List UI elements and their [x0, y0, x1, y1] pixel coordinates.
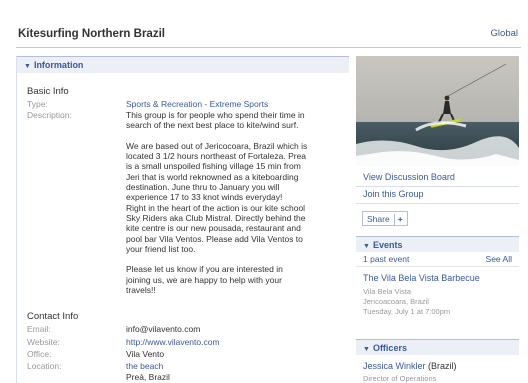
- event-time: Tuesday, July 1 at 7:00pm: [363, 307, 451, 316]
- information-header[interactable]: ▼ Information: [17, 56, 349, 73]
- description-line: This group is for people who spend their…: [126, 110, 305, 120]
- share-button[interactable]: Share +: [362, 211, 408, 226]
- description-line: Please let us know if you are interested…: [126, 264, 283, 275]
- group-title: Kitesurfing Northern Brazil: [18, 28, 165, 40]
- group-page: Kitesurfing Northern Brazil Global ▼ Info…: [0, 0, 528, 383]
- collapse-arrow-icon[interactable]: ▼: [363, 346, 370, 353]
- event-venue: Vila Bela Vista: [363, 287, 412, 296]
- officers-header-label: Officers: [372, 343, 407, 353]
- officer-role: Director of Operations: [363, 374, 437, 383]
- website-label: Website:: [27, 337, 60, 347]
- view-discussion-board-link[interactable]: View Discussion Board: [363, 172, 455, 182]
- location-link[interactable]: the beach: [126, 361, 344, 371]
- type-label: Type:: [27, 99, 48, 109]
- contact-info-title: Contact Info: [27, 311, 79, 322]
- officer-entry: Jessica Winkler (Brazil): [363, 361, 457, 371]
- location-city: Preá, Brazil: [126, 372, 170, 382]
- event-title-link[interactable]: The Vila Bela Vista Barbecue: [363, 273, 480, 283]
- description-line: We are based out of Jericocoara, Brazil …: [126, 140, 308, 151]
- description-line: Jeri that is world reknowned as a kitebo…: [126, 171, 299, 182]
- sidebar: View Discussion Board Join this Group Sh…: [356, 56, 519, 383]
- event-location: Jericoacoara, Brazil: [363, 297, 429, 306]
- events-header-label: Events: [372, 240, 403, 250]
- officer-country: (Brazil): [428, 361, 457, 371]
- events-header[interactable]: ▼ Events: [356, 236, 519, 252]
- description-line: travels!!: [126, 285, 156, 296]
- description-line: destination. June thru to January you wi…: [126, 182, 280, 193]
- kitesurfer-photo-image: [356, 56, 519, 166]
- description-label: Description:: [27, 110, 72, 120]
- office-label: Office:: [27, 349, 52, 359]
- description-line: located 3 1/2 hours northeast of Fortale…: [126, 151, 307, 162]
- email-label: Email:: [27, 324, 51, 334]
- past-events-link[interactable]: 1 past event: [363, 254, 409, 264]
- office-value: Vila Vento: [126, 349, 165, 359]
- description-line: joining us, we are happy to help with yo…: [126, 274, 282, 285]
- description-line: [126, 131, 344, 141]
- description-line: experience 17 to 33 knot winds everyday!: [126, 192, 283, 203]
- basic-info-title: Basic Info: [27, 86, 69, 97]
- global-link[interactable]: Global: [491, 28, 518, 39]
- collapse-arrow-icon[interactable]: ▼: [24, 63, 31, 70]
- description-line: search of the next best place to kite/wi…: [126, 120, 299, 131]
- information-panel: ▼ Information Basic Info Type: Sports & R…: [16, 56, 349, 383]
- description-line: [126, 254, 344, 264]
- type-value-link[interactable]: Sports & Recreation - Extreme Sports: [126, 99, 344, 109]
- divider: [356, 186, 519, 187]
- plus-icon: +: [393, 214, 403, 225]
- collapse-arrow-icon[interactable]: ▼: [363, 243, 370, 250]
- description-line: is a small unspoiled fishing village 15 …: [126, 161, 301, 172]
- description-line: Sky Riders aka Club Mistral. Directly be…: [126, 212, 306, 223]
- officers-header[interactable]: ▼ Officers: [356, 339, 519, 355]
- officer-name-link[interactable]: Jessica Winkler: [363, 361, 426, 371]
- email-value: info@vilavento.com: [126, 324, 201, 334]
- group-photo[interactable]: [356, 56, 519, 166]
- location-label: Location:: [27, 361, 62, 371]
- description-text: This group is for people who spend their…: [126, 110, 344, 295]
- information-header-label: Information: [33, 60, 84, 70]
- description-line: kite centre is our new pousada, restaura…: [126, 223, 301, 234]
- divider: [356, 203, 519, 204]
- join-group-link[interactable]: Join this Group: [363, 189, 424, 199]
- website-link[interactable]: http://www.vilavento.com: [126, 337, 344, 347]
- see-all-events-link[interactable]: See All: [486, 254, 512, 264]
- description-line: pool bar Vila Ventos. Please add Vila Ve…: [126, 233, 303, 244]
- share-button-label: Share: [367, 214, 390, 224]
- description-line: Right in the heart of the action is our …: [126, 202, 306, 213]
- description-line: your friend list too.: [126, 243, 196, 254]
- title-bar: Kitesurfing Northern Brazil Global: [16, 22, 521, 48]
- events-subheader: 1 past event See All: [356, 253, 519, 267]
